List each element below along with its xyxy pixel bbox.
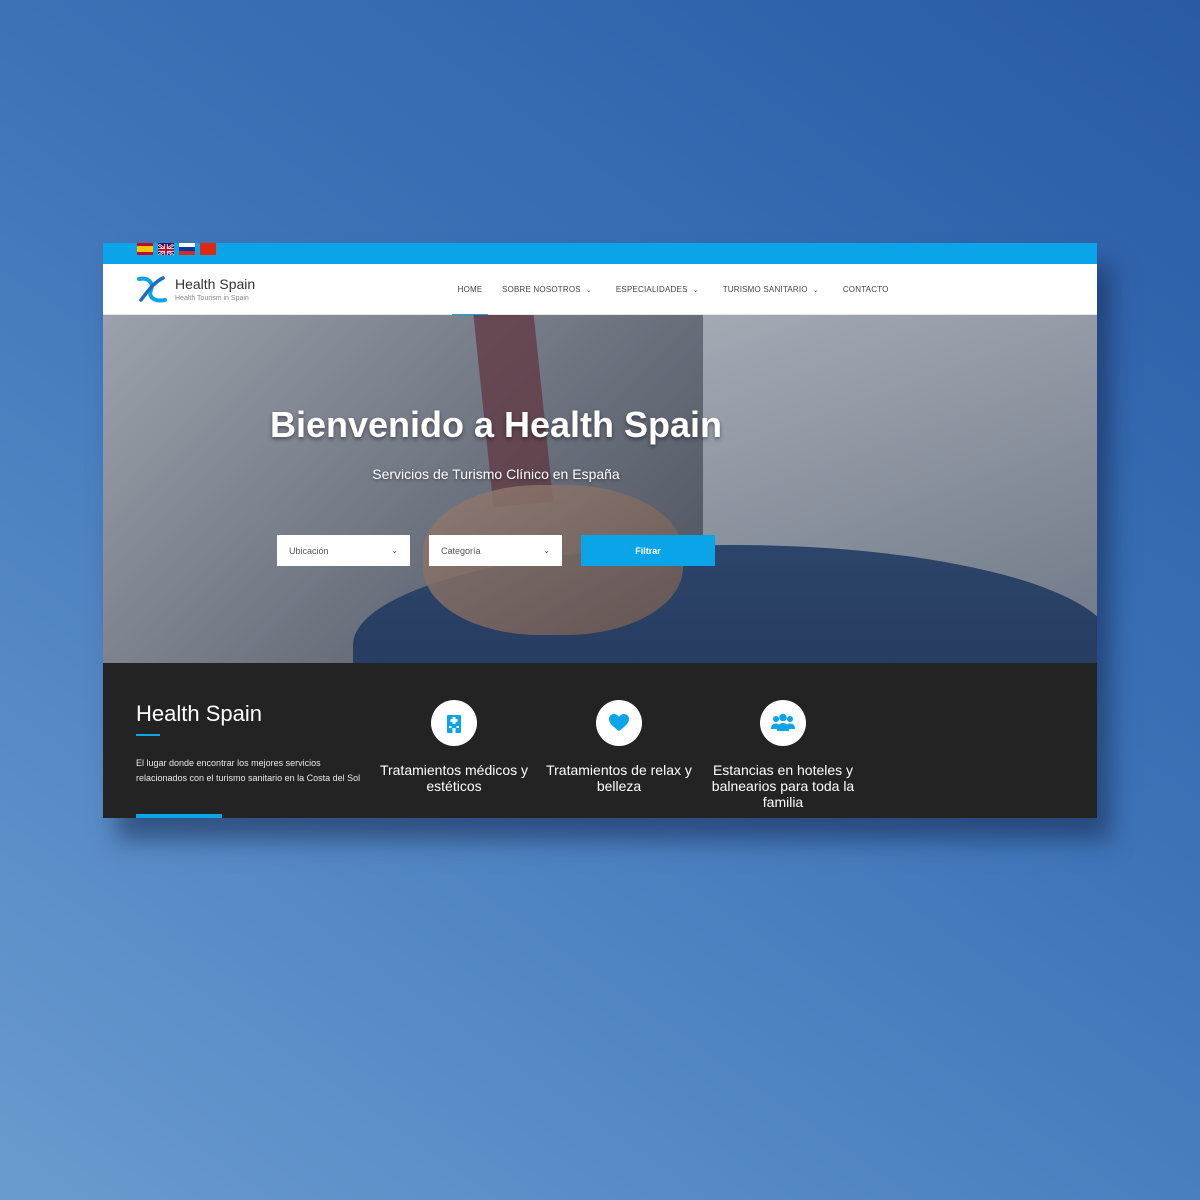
family-group-icon bbox=[771, 713, 795, 731]
feature-relax-circle bbox=[596, 700, 642, 746]
nav-item-home-label: HOME bbox=[457, 285, 483, 294]
language-flags bbox=[137, 243, 216, 255]
chevron-down-icon: ⌄ bbox=[585, 286, 592, 294]
chevron-down-icon: ⌄ bbox=[812, 286, 819, 294]
hero-section: Bienvenido a Health Spain Servicios de T… bbox=[103, 315, 1097, 663]
nav-item-sobre-nosotros[interactable]: SOBRE NOSOTROS ⌄ bbox=[496, 264, 598, 315]
nav-item-turismo-sanitario[interactable]: TURISMO SANITARIO ⌄ bbox=[717, 264, 825, 315]
chevron-down-icon: ⌄ bbox=[692, 286, 699, 294]
main-navbar: Health Spain Health Tourism in Spain HOM… bbox=[103, 264, 1097, 316]
category-select[interactable]: Categoría ⌄ bbox=[429, 535, 562, 566]
about-divider bbox=[136, 734, 160, 736]
feature-medical[interactable]: Tratamientos médicos y estéticos bbox=[374, 700, 534, 794]
feature-medical-circle bbox=[431, 700, 477, 746]
brand-subtitle: Health Tourism in Spain bbox=[175, 295, 249, 302]
feature-relax-label: Tratamientos de relax y belleza bbox=[546, 762, 692, 794]
spain-flag-icon[interactable] bbox=[137, 243, 153, 255]
chevron-down-icon: ⌄ bbox=[543, 546, 550, 555]
nav-item-sobre-nosotros-label: SOBRE NOSOTROS bbox=[502, 285, 581, 294]
about-accent-bar bbox=[136, 814, 222, 818]
feature-medical-label: Tratamientos médicos y estéticos bbox=[379, 762, 529, 794]
feature-family-label: Estancias en hoteles y balnearios para t… bbox=[711, 762, 855, 810]
intro-section: Health Spain El lugar donde encontrar lo… bbox=[103, 663, 1097, 818]
hospital-icon bbox=[447, 715, 461, 733]
nav-item-home[interactable]: HOME bbox=[452, 264, 488, 316]
page-background: { "colors": { "accent": "#0aa4e8", "dark… bbox=[0, 0, 1200, 1200]
feature-family-circle bbox=[760, 700, 806, 746]
chevron-down-icon: ⌄ bbox=[391, 546, 398, 555]
nav-item-turismo-sanitario-label: TURISMO SANITARIO bbox=[722, 285, 808, 294]
russia-flag-icon[interactable] bbox=[179, 243, 195, 255]
website-screenshot-frame: Health Spain Health Tourism in Spain HOM… bbox=[103, 243, 1097, 818]
about-title: Health Spain bbox=[136, 701, 262, 726]
china-flag-icon[interactable] bbox=[200, 243, 216, 255]
location-select[interactable]: Ubicación ⌄ bbox=[277, 535, 410, 566]
category-select-value: Categoría bbox=[441, 545, 481, 556]
hero-title: Bienvenido a Health Spain bbox=[269, 404, 723, 445]
hero-subtitle: Servicios de Turismo Clínico en España bbox=[372, 466, 620, 482]
language-bar bbox=[103, 243, 1097, 264]
health-spain-logo-icon[interactable] bbox=[136, 273, 168, 305]
nav-item-especialidades[interactable]: ESPECIALIDADES ⌄ bbox=[610, 264, 705, 315]
hero-overlay bbox=[103, 315, 1097, 663]
brand-title[interactable]: Health Spain bbox=[175, 276, 255, 292]
nav-item-contacto-label: CONTACTO bbox=[842, 285, 889, 294]
filter-button[interactable]: Filtrar bbox=[581, 535, 715, 566]
about-text: El lugar donde encontrar los mejores ser… bbox=[136, 758, 361, 783]
location-select-value: Ubicación bbox=[289, 545, 329, 556]
nav-item-especialidades-label: ESPECIALIDADES bbox=[615, 285, 688, 294]
feature-family[interactable]: Estancias en hoteles y balnearios para t… bbox=[703, 700, 863, 810]
feature-relax[interactable]: Tratamientos de relax y belleza bbox=[539, 700, 699, 794]
primary-nav: HOME SOBRE NOSOTROS ⌄ ESPECIALIDADES ⌄ T… bbox=[452, 264, 895, 316]
heart-icon bbox=[609, 714, 629, 731]
uk-flag-icon[interactable] bbox=[158, 243, 174, 255]
uk-flag-graphic bbox=[158, 243, 174, 255]
nav-item-contacto[interactable]: CONTACTO bbox=[837, 264, 895, 315]
